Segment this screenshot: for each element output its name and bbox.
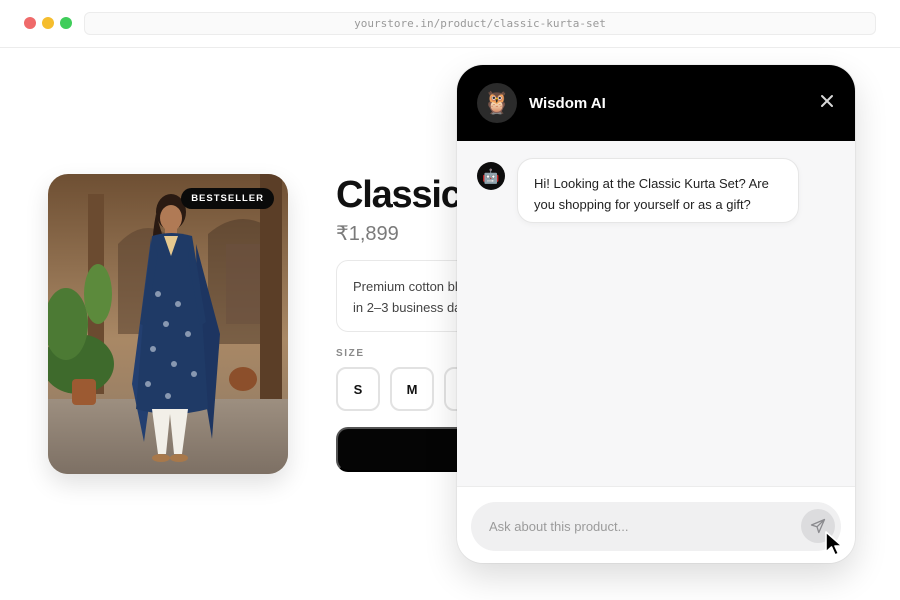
- product-title: Classic: [336, 174, 462, 216]
- address-bar-url: yourstore.in/product/classic-kurta-set: [354, 17, 606, 30]
- browser-toolbar: yourstore.in/product/classic-kurta-set: [0, 0, 900, 48]
- chat-title: Wisdom AI: [529, 95, 606, 112]
- window-close-dot[interactable]: [24, 17, 36, 29]
- chat-widget: 🦉 Wisdom AI 🤖 Hi! Looking at the Classic…: [457, 65, 855, 563]
- address-bar[interactable]: yourstore.in/product/classic-kurta-set: [84, 12, 876, 35]
- size-button-s[interactable]: S: [336, 367, 380, 411]
- window-minimize-dot[interactable]: [42, 17, 54, 29]
- owl-icon: 🦉: [477, 83, 517, 123]
- cursor-icon: [825, 531, 843, 556]
- chat-input[interactable]: [471, 502, 841, 551]
- size-button-m[interactable]: M: [390, 367, 434, 411]
- bestseller-badge: BESTSELLER: [181, 188, 274, 209]
- robot-icon: 🤖: [477, 162, 505, 190]
- size-label: SIZE: [336, 348, 365, 359]
- product-image: BESTSELLER: [48, 174, 288, 474]
- chat-messages: 🤖 Hi! Looking at the Classic Kurta Set? …: [457, 141, 855, 486]
- chat-header: 🦉 Wisdom AI: [457, 65, 855, 141]
- bot-message: Hi! Looking at the Classic Kurta Set? Ar…: [517, 158, 799, 223]
- chat-footer: [457, 486, 855, 563]
- product-price: ₹1,899: [336, 223, 399, 245]
- close-icon[interactable]: [819, 93, 835, 109]
- window-maximize-dot[interactable]: [60, 17, 72, 29]
- kurta-model-photo: [48, 174, 288, 474]
